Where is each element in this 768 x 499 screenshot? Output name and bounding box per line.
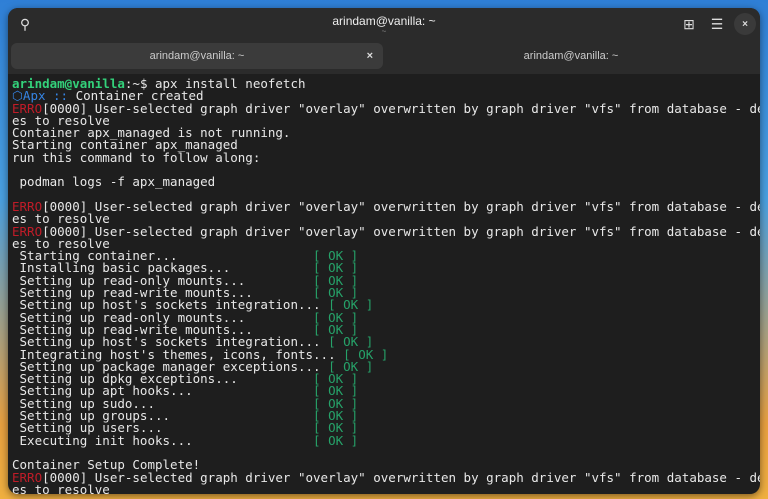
close-window-button[interactable]: ×	[734, 13, 756, 35]
tab-2[interactable]: arindam@vanilla: ~	[385, 43, 757, 69]
error-message: [0000] User-selected graph driver "overl…	[12, 198, 760, 227]
step-label: Executing init hooks...	[12, 432, 193, 448]
tab-1[interactable]: arindam@vanilla: ~ ×	[11, 43, 383, 69]
terminal-window: ⚲ arindam@vanilla: ~ ~ ⊞ ☰ × arindam@van…	[8, 8, 760, 494]
status-ok: [ OK ]	[313, 432, 359, 448]
error-message: [0000] User-selected graph driver "overl…	[12, 100, 760, 128]
step-padding	[193, 433, 313, 448]
new-tab-icon[interactable]: ⊞	[678, 13, 700, 35]
tab-bar: arindam@vanilla: ~ × arindam@vanilla: ~	[8, 40, 760, 74]
hamburger-icon[interactable]: ☰	[706, 13, 728, 35]
window-title: arindam@vanilla: ~	[332, 14, 436, 28]
tab-close-icon[interactable]: ×	[367, 50, 373, 62]
window-subtitle: ~	[381, 27, 387, 36]
header-bar: ⚲ arindam@vanilla: ~ ~ ⊞ ☰ ×	[8, 8, 760, 40]
error-message: [0000] User-selected graph driver "overl…	[12, 223, 760, 251]
terminal-output[interactable]: arindam@vanilla:~$ apx install neofetch …	[8, 74, 760, 494]
tab-label: arindam@vanilla: ~	[149, 50, 245, 62]
tab-label: arindam@vanilla: ~	[523, 50, 619, 62]
error-message: [0000] User-selected graph driver "overl…	[12, 469, 760, 494]
output-text: Container apx_managed is not running. St…	[12, 125, 291, 190]
